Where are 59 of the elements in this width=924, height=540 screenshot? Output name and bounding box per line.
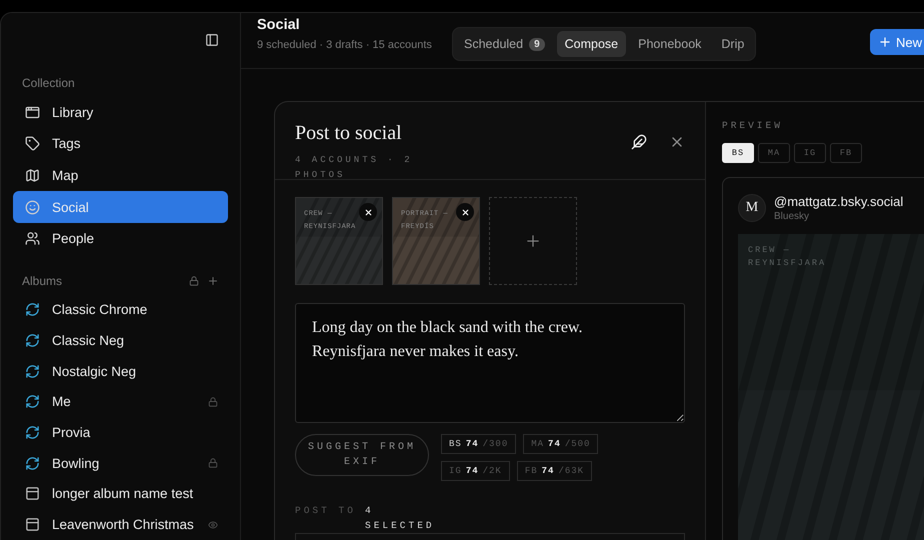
character-counter: IG 74 /2K (441, 461, 510, 481)
close-icon (364, 208, 372, 216)
dialog-subtitle: 4 ACCOUNTS · 2 PHOTOS (295, 154, 414, 182)
page-subtitle: 9 scheduled · 3 drafts · 15 accounts (257, 38, 433, 53)
character-counter: FB 74 /63K (516, 461, 592, 481)
character-counter: MA 74 /500 (523, 434, 598, 454)
sync-icon (25, 302, 40, 318)
album-item[interactable]: Classic Neg (13, 325, 228, 356)
album-item[interactable]: Provia (13, 417, 228, 448)
album-item[interactable]: Me (13, 386, 228, 418)
feather-icon[interactable] (631, 134, 647, 150)
avatar: M (738, 194, 766, 222)
view-tab[interactable]: Compose (556, 31, 626, 57)
caption-field[interactable]: Long day on the black sand with the crew. Reynisfjara never makes it easy. (295, 303, 685, 423)
sync-icon (25, 456, 40, 471)
album-item[interactable]: Leavenworth Christmas (13, 509, 228, 540)
close-icon (460, 208, 470, 216)
album-item[interactable]: Classic Chrome (13, 294, 228, 326)
tag-icon (25, 136, 40, 152)
selected-count: 4 SELECTED (365, 504, 436, 533)
album-item[interactable]: Nostalgic Neg (13, 356, 228, 387)
network-tab[interactable]: BS (722, 143, 754, 163)
album-item[interactable]: Bowling (13, 448, 228, 479)
page-title: Social (257, 17, 301, 33)
album-item[interactable]: longer album name test (13, 478, 228, 510)
sync-icon (25, 425, 40, 440)
sidebar-item[interactable]: Library (13, 96, 228, 128)
preview-title: PREVIEW (722, 120, 784, 131)
new-button[interactable]: New (870, 29, 924, 55)
suggest-button[interactable]: SUGGEST FROM EXIF (295, 434, 429, 476)
view-tab[interactable]: Drip (713, 31, 752, 57)
album-icon (25, 486, 40, 502)
section-title: Albums (22, 274, 62, 288)
sync-icon (25, 394, 40, 410)
people-icon (25, 231, 40, 246)
sidebar-toggle-icon[interactable] (205, 33, 219, 47)
dialog-title: Post to social (295, 122, 403, 145)
lock-icon[interactable] (189, 276, 199, 286)
network-name: Bluesky (774, 211, 810, 222)
account-handle: @mattgatz.bsky.social (774, 194, 904, 209)
plus-icon (878, 35, 892, 49)
map-icon (25, 168, 40, 184)
sidebar-item[interactable]: Social (13, 191, 228, 224)
sidebar-item[interactable]: People (13, 223, 228, 255)
sync-icon (25, 364, 40, 379)
section-title: Collection (22, 76, 75, 90)
count-badge: 9 (529, 38, 545, 50)
add-icon[interactable] (207, 274, 219, 287)
sidebar-item[interactable]: Map (13, 160, 228, 192)
sidebar-item[interactable]: Tags (13, 128, 228, 160)
post-to-label: POST TO (295, 504, 357, 518)
smiley-icon (25, 200, 40, 215)
sync-icon (25, 333, 40, 348)
photo-label: CREW — REYNISFJARA (748, 244, 828, 270)
album-icon (25, 517, 40, 532)
view-tab[interactable]: Scheduled 9 (456, 31, 553, 57)
character-counter: BS 74 /300 (441, 434, 516, 454)
window-icon (25, 104, 40, 120)
view-tab[interactable]: Phonebook (630, 31, 710, 57)
